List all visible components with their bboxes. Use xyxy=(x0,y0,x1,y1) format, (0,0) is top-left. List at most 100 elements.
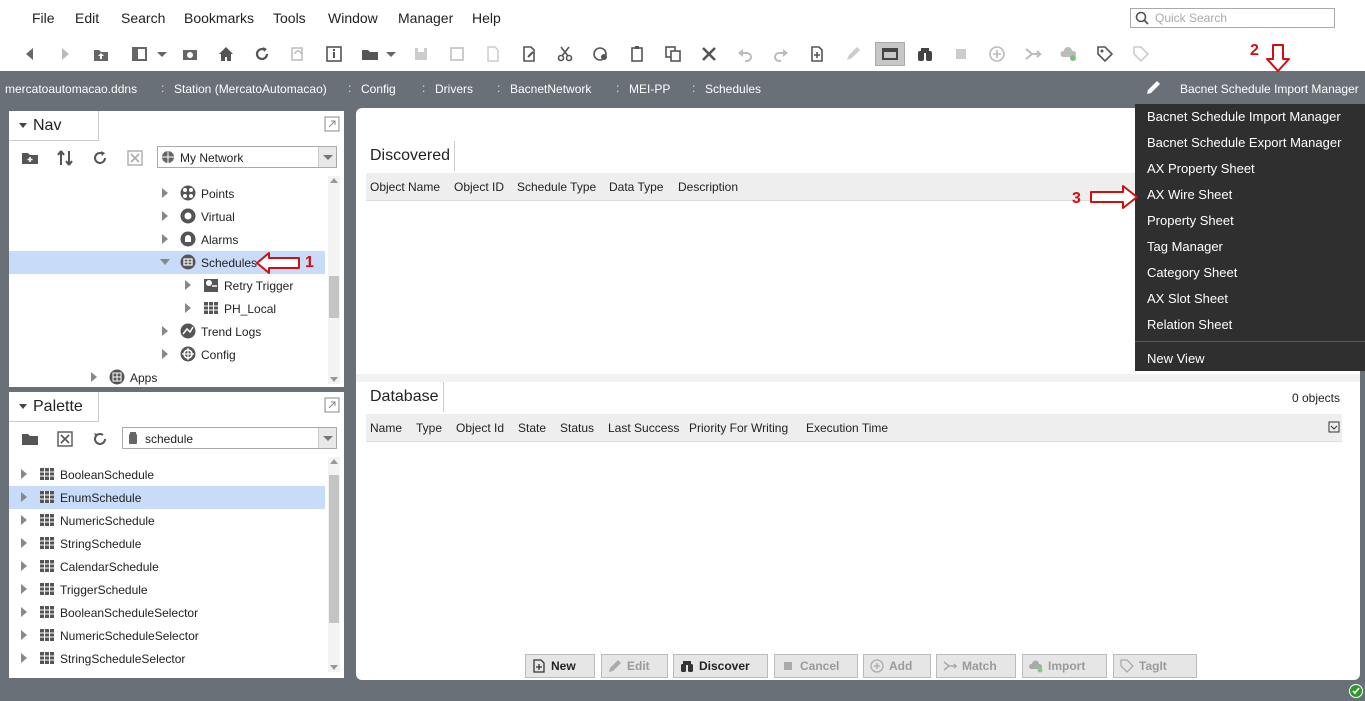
column-header[interactable]: Schedule Type xyxy=(517,180,596,194)
maximize-icon[interactable] xyxy=(324,397,340,413)
nav-tab[interactable]: Nav xyxy=(9,111,99,141)
expand-arrow-icon[interactable] xyxy=(91,372,97,382)
add-button[interactable]: Add xyxy=(863,654,931,678)
split-divider[interactable] xyxy=(356,374,1360,382)
edit-button[interactable]: Edit xyxy=(601,654,668,678)
manager-view-icon[interactable] xyxy=(875,42,905,66)
tree-node-ph-local[interactable]: PH_Local xyxy=(9,297,325,320)
refresh-icon[interactable] xyxy=(252,44,272,64)
expand-arrow-icon[interactable] xyxy=(21,584,27,594)
scroll-thumb[interactable] xyxy=(329,475,339,623)
maximize-icon[interactable] xyxy=(324,116,340,132)
tree-node-trend-logs[interactable]: Trend Logs xyxy=(9,320,325,343)
match-icon[interactable] xyxy=(1023,44,1043,64)
redo-icon[interactable] xyxy=(771,44,791,64)
save-all-icon[interactable] xyxy=(447,44,467,64)
tree-node-points[interactable]: Points xyxy=(9,182,325,205)
discovered-tab[interactable]: Discovered xyxy=(366,141,456,171)
binoculars-icon[interactable] xyxy=(915,44,935,64)
tree-node-retry-trigger[interactable]: Retry Trigger xyxy=(9,274,325,297)
column-header[interactable]: Name xyxy=(370,421,402,435)
palette-module-select[interactable]: schedule xyxy=(122,427,337,449)
refresh-icon[interactable] xyxy=(91,149,109,167)
tagit-button[interactable]: TagIt xyxy=(1113,654,1197,678)
menu-help[interactable]: Help xyxy=(472,10,501,26)
undo-icon[interactable] xyxy=(735,44,755,64)
palette-item[interactable]: NumericScheduleSelector xyxy=(9,624,325,647)
scroll-up-icon[interactable] xyxy=(330,178,338,183)
save-icon[interactable] xyxy=(411,44,431,64)
expand-arrow-icon[interactable] xyxy=(162,234,168,244)
nav-root-select[interactable]: My Network xyxy=(157,146,337,168)
tree-node-alarms[interactable]: Alarms xyxy=(9,228,325,251)
palette-tab[interactable]: Palette xyxy=(9,392,99,422)
back-icon[interactable] xyxy=(20,44,40,64)
paste-icon[interactable] xyxy=(627,44,647,64)
tag-icon[interactable] xyxy=(1095,44,1115,64)
new-folder-icon[interactable] xyxy=(21,149,39,167)
palette-item[interactable]: StringScheduleSelector xyxy=(9,647,325,670)
menu-search[interactable]: Search xyxy=(121,10,165,26)
menu-tools[interactable]: Tools xyxy=(273,10,306,26)
breadcrumb-config[interactable]: Config xyxy=(361,82,396,96)
column-header[interactable]: Status xyxy=(560,421,594,435)
sort-icon[interactable] xyxy=(56,149,74,167)
column-header[interactable]: Type xyxy=(416,421,442,435)
expand-arrow-icon[interactable] xyxy=(185,280,191,290)
expand-arrow-icon[interactable] xyxy=(162,326,168,336)
new-button[interactable]: New xyxy=(525,654,595,678)
menu-item-category-sheet[interactable]: Category Sheet xyxy=(1147,265,1237,280)
cancel-button[interactable]: Cancel xyxy=(774,654,858,678)
column-header[interactable]: Data Type xyxy=(609,180,663,194)
expand-arrow-icon[interactable] xyxy=(21,492,27,502)
quick-search-input[interactable] xyxy=(1155,10,1330,26)
delete-icon[interactable] xyxy=(699,44,719,64)
palette-item[interactable]: BooleanSchedule xyxy=(9,463,325,486)
column-header[interactable]: Object Id xyxy=(456,421,504,435)
copy-icon[interactable] xyxy=(591,44,611,64)
menu-item-new-view[interactable]: New View xyxy=(1147,351,1205,366)
column-header[interactable]: State xyxy=(518,421,546,435)
breadcrumb-drivers[interactable]: Drivers xyxy=(435,82,473,96)
menu-item-property-sheet[interactable]: Property Sheet xyxy=(1147,213,1234,228)
column-header[interactable]: Priority For Writing xyxy=(689,421,788,435)
palette-item[interactable]: TriggerSchedule xyxy=(9,578,325,601)
expand-arrow-icon[interactable] xyxy=(162,349,168,359)
add-icon[interactable] xyxy=(987,44,1007,64)
column-header[interactable]: Object ID xyxy=(454,180,504,194)
breadcrumb-device[interactable]: MEI-PP xyxy=(629,82,670,96)
expand-arrow-icon[interactable] xyxy=(21,607,27,617)
breadcrumb-host[interactable]: mercatoautomacao.ddns xyxy=(5,82,137,96)
collapse-caret-icon[interactable] xyxy=(19,404,27,409)
stop-icon[interactable] xyxy=(951,44,971,64)
home-icon[interactable] xyxy=(216,44,236,64)
view-selector[interactable]: Bacnet Schedule Import Manager xyxy=(1180,82,1365,96)
scroll-down-icon[interactable] xyxy=(330,665,338,670)
chevron-down-icon[interactable] xyxy=(381,44,401,64)
palette-scrollbar[interactable] xyxy=(328,457,340,672)
menu-item-tag-manager[interactable]: Tag Manager xyxy=(1147,239,1223,254)
station-icon[interactable] xyxy=(180,44,200,64)
discovered-table-body[interactable] xyxy=(366,201,1142,374)
discover-button[interactable]: Discover xyxy=(673,654,768,678)
column-chooser-icon[interactable] xyxy=(1328,421,1340,433)
new-doc-icon[interactable] xyxy=(807,44,827,64)
collapse-arrow-icon[interactable] xyxy=(160,259,170,265)
database-tab[interactable]: Database xyxy=(366,382,444,412)
column-header[interactable]: Last Success xyxy=(608,421,679,435)
tree-node-apps[interactable]: Apps xyxy=(9,366,325,389)
column-header[interactable]: Description xyxy=(678,180,738,194)
tag-manager-icon[interactable] xyxy=(1131,44,1151,64)
menu-item-ax-wire-sheet[interactable]: AX Wire Sheet xyxy=(1147,187,1232,202)
nav-scrollbar[interactable] xyxy=(328,176,340,384)
forward-icon[interactable] xyxy=(55,44,75,64)
collapse-caret-icon[interactable] xyxy=(19,123,27,128)
duplicate-icon[interactable] xyxy=(663,44,683,64)
export-icon[interactable] xyxy=(483,44,503,64)
expand-arrow-icon[interactable] xyxy=(21,561,27,571)
find-icon[interactable] xyxy=(91,430,109,448)
breadcrumb-station[interactable]: Station (MercatoAutomacao) xyxy=(174,82,327,96)
import-icon[interactable] xyxy=(1059,44,1079,64)
expand-arrow-icon[interactable] xyxy=(162,211,168,221)
open-folder-icon[interactable] xyxy=(360,44,380,64)
